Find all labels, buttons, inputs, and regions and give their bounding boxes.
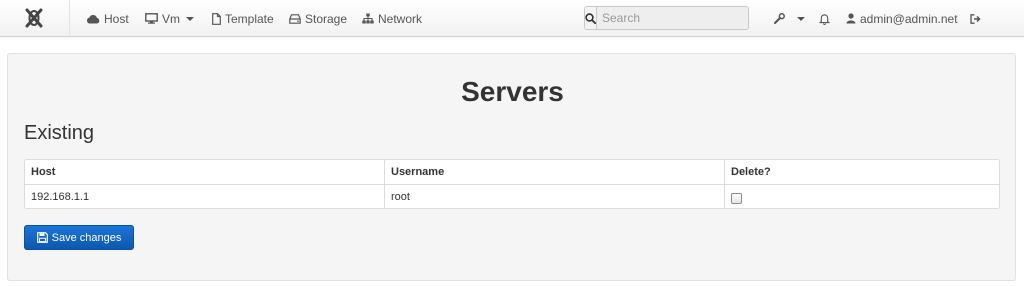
chevron-down-icon: [797, 16, 805, 21]
file-icon: [212, 12, 221, 25]
nav-template[interactable]: Template: [212, 0, 274, 37]
brand-divider: [69, 0, 70, 37]
delete-checkbox[interactable]: [731, 193, 742, 204]
nav-storage-label: Storage: [305, 11, 348, 26]
bell-icon: [819, 13, 830, 25]
table-row: 192.168.1.1 root: [25, 184, 999, 208]
user-email: admin@admin.net: [860, 11, 958, 26]
table-header-row: Host Username Delete?: [25, 160, 999, 184]
wrench-icon: [774, 13, 785, 24]
nav-host-label: Host: [104, 11, 129, 26]
user-icon: [846, 13, 856, 24]
column-header-username: Username: [384, 160, 724, 184]
search-box: [584, 6, 749, 30]
nav-host[interactable]: Host: [86, 0, 129, 37]
search-input[interactable]: [597, 7, 748, 29]
save-changes-label: Save changes: [51, 231, 122, 244]
hdd-icon: [289, 13, 301, 24]
nav-template-label: Template: [225, 11, 274, 26]
logo-icon[interactable]: [24, 8, 44, 28]
monitor-icon: [145, 13, 158, 24]
search-icon: [585, 12, 596, 24]
nav-network-label: Network: [378, 11, 423, 26]
settings-menu[interactable]: [774, 0, 805, 37]
host-cell: 192.168.1.1: [31, 191, 90, 203]
sign-out-icon: [970, 13, 981, 24]
delete-cell: [724, 185, 999, 208]
servers-table: Host Username Delete? 192.168.1.1 root: [24, 159, 1000, 209]
nav-vm[interactable]: Vm: [145, 0, 194, 37]
column-header-host: Host: [31, 166, 56, 178]
nav-network[interactable]: Network: [362, 0, 422, 37]
nav-vm-label: Vm: [162, 11, 180, 26]
top-navbar: Host Vm Template Storage Network Search …: [0, 0, 1024, 37]
logout-button[interactable]: [970, 0, 986, 37]
column-header-delete: Delete?: [724, 160, 999, 184]
search-button[interactable]: [585, 7, 597, 29]
chevron-down-icon: [186, 16, 194, 21]
page-title: Servers: [461, 76, 564, 107]
save-changes-button[interactable]: Save changes: [24, 225, 134, 250]
cloud-icon: [86, 14, 100, 23]
section-title: Existing: [24, 122, 95, 144]
user-menu[interactable]: admin@admin.net: [846, 0, 958, 37]
sitemap-icon: [362, 13, 374, 24]
servers-panel: Servers Existing Host Username Delete? 1…: [7, 53, 1016, 281]
username-cell: root: [384, 185, 724, 208]
nav-storage[interactable]: Storage: [289, 0, 347, 37]
notifications-button[interactable]: [819, 0, 834, 37]
floppy-disk-icon: [36, 232, 48, 243]
